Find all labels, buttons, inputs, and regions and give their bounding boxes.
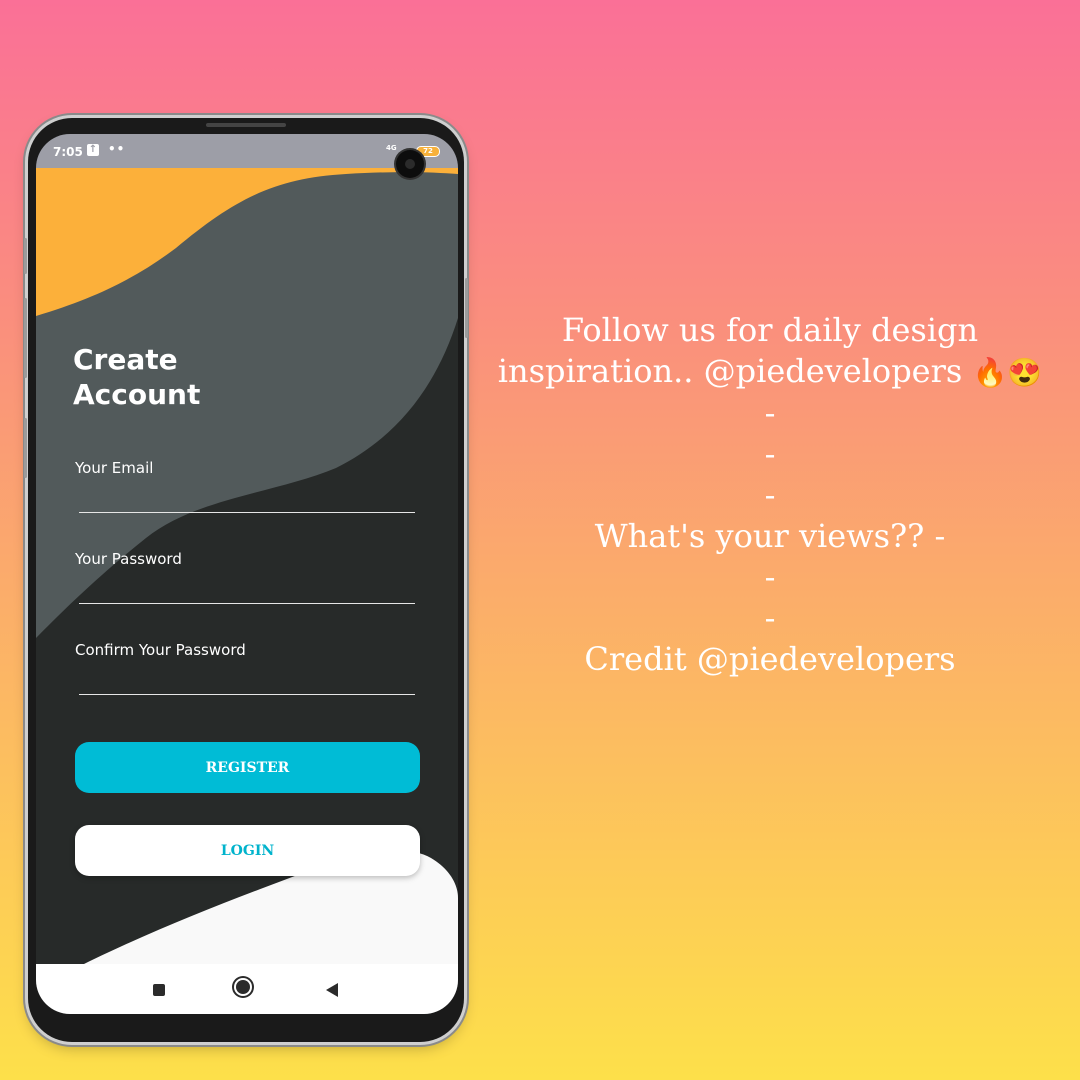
password-label: Your Password (75, 550, 182, 568)
title-line-account: Account (73, 378, 201, 411)
phone-power-button (465, 278, 468, 338)
fire-heart-eyes-emoji: 🔥😍 (972, 356, 1043, 389)
caption-line: inspiration.. @piedevelopers 🔥😍 (470, 351, 1070, 393)
notification-dots: •• (108, 142, 126, 156)
caption-line: Follow us for daily design (561, 311, 979, 349)
caption-line: What's your views?? - (594, 517, 946, 555)
phone-side-button (24, 418, 27, 478)
back-icon[interactable] (326, 983, 338, 997)
phone-speaker (206, 123, 286, 127)
email-label: Your Email (75, 459, 154, 477)
confirm-password-field[interactable] (79, 668, 415, 695)
phone-side-button (24, 298, 27, 378)
title-line-create: Create (73, 343, 178, 376)
status-bar: 7:05 ↑ •• 4G 72 (36, 134, 458, 168)
phone-frame: 7:05 ↑ •• 4G 72 Create Account Your Emai… (24, 118, 468, 1042)
login-button[interactable]: LOGIN (75, 825, 420, 876)
caption-dash: - (764, 476, 776, 514)
caption-dash: - (764, 435, 776, 473)
password-field[interactable] (79, 577, 415, 604)
status-time: 7:05 (53, 145, 83, 159)
signal-icon: 4G (386, 144, 397, 152)
confirm-password-label: Confirm Your Password (75, 641, 246, 659)
app-screen: 7:05 ↑ •• 4G 72 Create Account Your Emai… (36, 134, 458, 1014)
home-icon[interactable] (236, 980, 250, 994)
caption-dash: - (764, 599, 776, 637)
navigation-bar (36, 964, 458, 1014)
register-button[interactable]: REGISTER (75, 742, 420, 793)
front-camera (396, 150, 424, 178)
caption-dash: - (764, 394, 776, 432)
caption-text: inspiration.. @piedevelopers (497, 352, 963, 390)
email-field[interactable] (79, 486, 415, 513)
promo-caption: Follow us for daily design inspiration..… (470, 310, 1070, 680)
phone-side-button (24, 238, 27, 274)
caption-dash: - (764, 558, 776, 596)
page-title: Create Account (73, 342, 200, 412)
caption-line: Credit @piedevelopers (584, 640, 956, 678)
recent-apps-icon[interactable] (153, 984, 165, 996)
upload-arrow-icon: ↑ (87, 144, 99, 156)
